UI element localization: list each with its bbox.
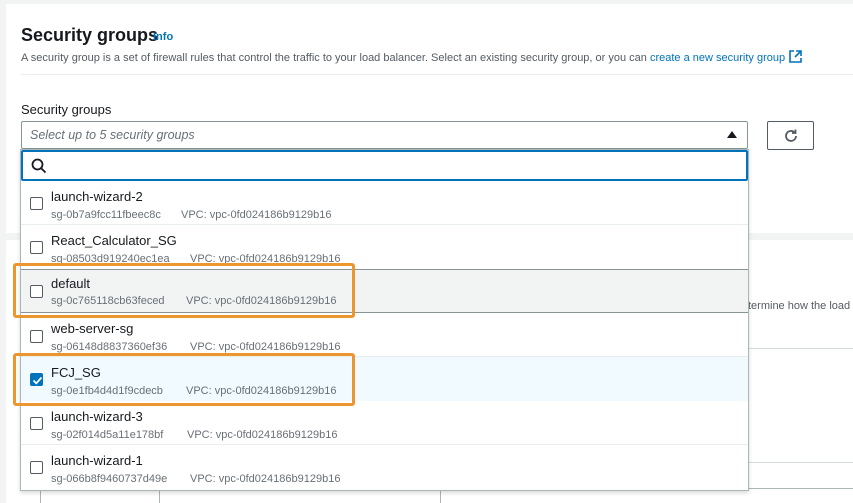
option-checkbox[interactable]: [30, 373, 43, 386]
option-fcj-sg[interactable]: FCJ_SG sg-0e1fb4d4d1f9cdecb VPC: vpc-0fd…: [21, 357, 748, 401]
option-vpc: VPC: vpc-0fd024186b9129b16: [190, 341, 341, 353]
option-vpc: VPC: vpc-0fd024186b9129b16: [190, 473, 341, 485]
option-vpc: VPC: vpc-0fd024186b9129b16: [186, 385, 337, 397]
panel-divider: [21, 74, 853, 75]
option-name: web-server-sg: [51, 321, 134, 336]
option-checkbox[interactable]: [30, 330, 43, 343]
option-checkbox[interactable]: [30, 241, 43, 254]
option-launch-wizard-2[interactable]: launch-wizard-2 sg-0b7a9fcc11fbeec8c VPC…: [21, 181, 748, 225]
description-text: A security group is a set of firewall ru…: [21, 52, 650, 64]
option-name: launch-wizard-3: [51, 409, 143, 424]
option-default[interactable]: default sg-0c765118cb63feced VPC: vpc-0f…: [21, 269, 748, 313]
search-icon: [31, 158, 47, 174]
option-react-calculator-sg[interactable]: React_Calculator_SG sg-08503d919240ec1ea…: [21, 225, 748, 269]
refresh-button[interactable]: [767, 121, 814, 150]
option-id: sg-0e1fb4d4d1f9cdecb: [51, 385, 163, 397]
option-checkbox[interactable]: [30, 197, 43, 210]
caret-up-icon[interactable]: [727, 131, 737, 138]
option-checkbox[interactable]: [30, 285, 43, 298]
security-groups-select[interactable]: Select up to 5 security groups: [21, 121, 748, 149]
search-box[interactable]: [21, 150, 748, 181]
refresh-icon: [785, 129, 797, 142]
option-id: sg-066b8f9460737d49e: [51, 473, 168, 485]
option-name: React_Calculator_SG: [51, 233, 177, 248]
option-id: sg-02f014d5a11e178bf: [51, 429, 164, 441]
field-label: Security groups: [21, 102, 112, 117]
option-vpc: VPC: vpc-0fd024186b9129b16: [181, 209, 332, 221]
option-vpc: VPC: vpc-0fd024186b9129b16: [186, 295, 337, 307]
option-id: sg-0c765118cb63feced: [51, 295, 165, 307]
select-placeholder: Select up to 5 security groups: [30, 128, 195, 142]
option-name: FCJ_SG: [51, 365, 101, 380]
option-web-server-sg[interactable]: web-server-sg sg-06148d8837360ef36 VPC: …: [21, 313, 748, 357]
option-checkbox[interactable]: [30, 461, 43, 474]
check-icon: [32, 376, 43, 385]
background-partial-text: termine how the load: [748, 300, 851, 312]
background-divider: [748, 462, 853, 463]
option-id: sg-08503d919240ec1ea: [51, 253, 170, 265]
option-name: launch-wizard-1: [51, 453, 143, 468]
search-input[interactable]: [51, 156, 731, 176]
background-divider: [748, 348, 853, 349]
security-groups-dropdown: launch-wizard-2 sg-0b7a9fcc11fbeec8c VPC…: [20, 149, 749, 491]
external-link-icon[interactable]: [789, 50, 802, 66]
option-vpc: VPC: vpc-0fd024186b9129b16: [187, 429, 338, 441]
option-vpc: VPC: vpc-0fd024186b9129b16: [190, 253, 341, 265]
info-link[interactable]: Info: [153, 31, 173, 43]
option-launch-wizard-1[interactable]: launch-wizard-1 sg-066b8f9460737d49e VPC…: [21, 445, 748, 489]
panel-title: Security groups: [21, 25, 159, 45]
option-name: default: [51, 276, 91, 291]
option-name: launch-wizard-2: [51, 189, 143, 204]
option-id: sg-0b7a9fcc11fbeec8c: [51, 209, 161, 221]
option-id: sg-06148d8837360ef36: [51, 341, 168, 353]
create-security-group-link[interactable]: create a new security group: [650, 52, 785, 64]
option-launch-wizard-3[interactable]: launch-wizard-3 sg-02f014d5a11e178bf VPC…: [21, 401, 748, 445]
panel-description: A security group is a set of firewall ru…: [21, 50, 802, 66]
option-checkbox[interactable]: [30, 417, 43, 430]
